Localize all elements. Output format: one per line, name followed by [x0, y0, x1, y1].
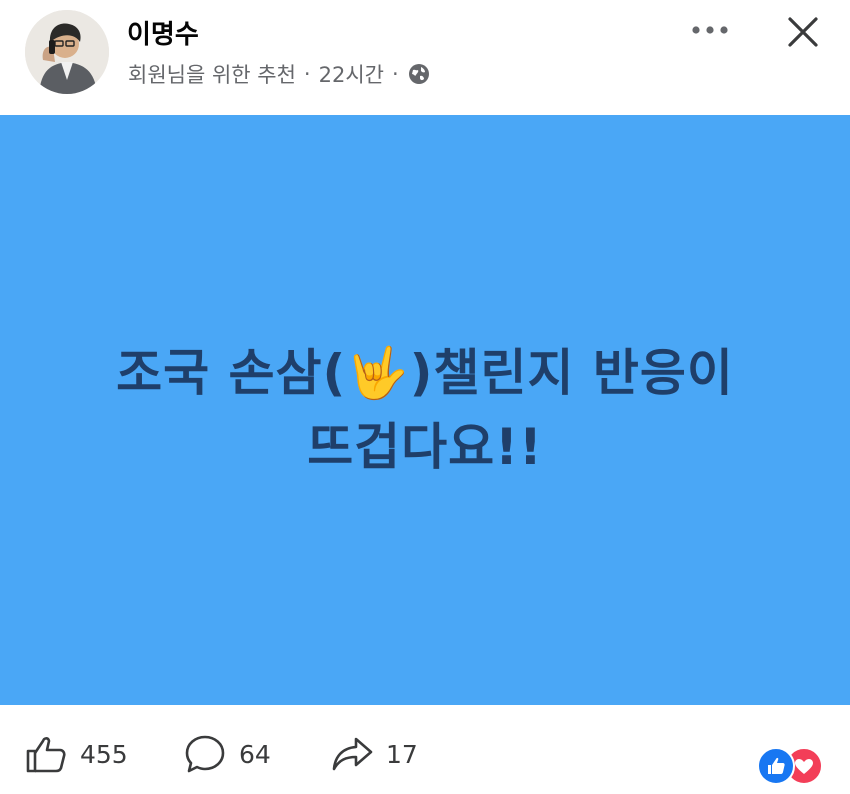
reaction-summary[interactable] — [757, 747, 827, 785]
share-button[interactable]: 17 — [330, 733, 418, 775]
recommendation-label: 회원님을 위한 추천 — [128, 63, 296, 87]
like-reaction-icon — [757, 747, 795, 785]
comment-count: 64 — [239, 739, 271, 769]
post-text-line-2: 뜨겁다요!! — [307, 418, 543, 476]
avatar[interactable] — [25, 10, 109, 94]
share-arrow-icon — [332, 737, 373, 771]
thumbs-up-icon — [26, 737, 66, 773]
globe-icon[interactable] — [407, 62, 431, 86]
comment-bubble-icon — [185, 735, 225, 773]
post-time[interactable]: 22시간 — [319, 59, 384, 89]
avatar-photo — [25, 10, 109, 94]
post-meta: 회원님을 위한 추천 · 22시간 · — [128, 59, 431, 89]
comment-button[interactable]: 64 — [183, 733, 271, 775]
like-count: 455 — [80, 739, 128, 769]
like-button[interactable]: 455 — [24, 733, 128, 775]
post-text: 조국 손삼(🤟)챌린지 반응이 뜨겁다요!! — [35, 336, 815, 484]
more-horizontal-icon[interactable] — [690, 18, 730, 42]
share-count: 17 — [386, 739, 418, 769]
love-you-hand-emoji: 🤟 — [346, 344, 410, 402]
post-text-line-1: 조국 손삼(🤟)챌린지 반응이 — [35, 336, 815, 410]
post-footer: 455 64 17 — [0, 705, 850, 794]
author-name[interactable]: 이명수 — [127, 14, 199, 51]
post-text-card[interactable]: 조국 손삼(🤟)챌린지 반응이 뜨겁다요!! — [0, 115, 850, 705]
post-header: 이명수 회원님을 위한 추천 · 22시간 · — [0, 0, 850, 113]
close-icon[interactable] — [785, 14, 821, 50]
meta-separator: · — [303, 62, 311, 86]
meta-separator: · — [391, 62, 399, 86]
